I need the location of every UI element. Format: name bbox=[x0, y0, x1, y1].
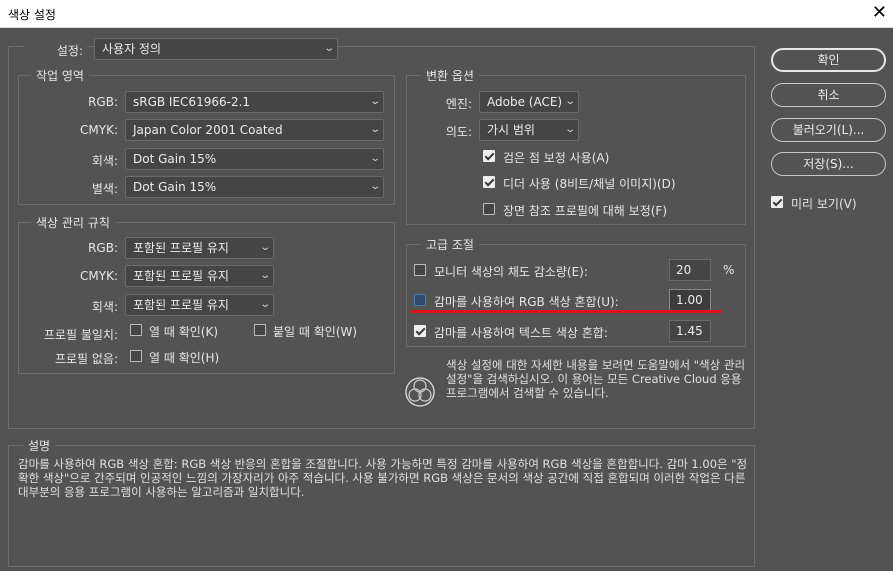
window-title: 색상 설정 bbox=[8, 8, 56, 22]
chevron-down-icon: ⌄ bbox=[563, 96, 576, 107]
blend-rgb-label: 감마를 사용하여 RGB 색상 혼합(U): bbox=[434, 295, 619, 309]
policy-rgb-label: RGB: bbox=[88, 241, 118, 255]
close-icon[interactable]: ✕ bbox=[872, 2, 887, 23]
ws-spot-label: 별색: bbox=[91, 182, 118, 196]
ws-spot-value: Dot Gain 15% bbox=[133, 180, 217, 194]
chevron-down-icon: ⌄ bbox=[368, 181, 381, 192]
settings-select[interactable]: 사용자 정의 ⌄ bbox=[94, 38, 338, 60]
bpc-checkbox[interactable] bbox=[483, 150, 495, 162]
desaturate-checkbox[interactable] bbox=[414, 264, 426, 276]
description-title: 설명 bbox=[23, 437, 56, 454]
blend-text-label: 감마를 사용하여 텍스트 색상 혼합: bbox=[434, 326, 608, 340]
missing-label: 프로필 없음: bbox=[54, 352, 118, 366]
color-wheel-icon bbox=[405, 377, 435, 407]
preview-label: 미리 보기(V) bbox=[791, 197, 857, 211]
ws-gray-value: Dot Gain 15% bbox=[133, 152, 217, 166]
ws-gray-label: 회색: bbox=[91, 154, 118, 168]
policy-gray-value: 포함된 프로필 유지 bbox=[133, 298, 229, 312]
policy-rgb-select[interactable]: 포함된 프로필 유지 ⌄ bbox=[125, 237, 274, 259]
mismatch-label: 프로필 불일치: bbox=[43, 328, 118, 342]
policy-gray-select[interactable]: 포함된 프로필 유지 ⌄ bbox=[125, 294, 274, 316]
cancel-button[interactable]: 취소 bbox=[771, 83, 886, 107]
conversion-title: 변환 옵션 bbox=[421, 67, 479, 84]
engine-value: Adobe (ACE) bbox=[487, 95, 563, 109]
blend-text-checkbox[interactable] bbox=[414, 325, 426, 337]
chevron-down-icon: ⌄ bbox=[258, 242, 271, 253]
mismatch-open-label: 열 때 확인(K) bbox=[149, 325, 219, 339]
intent-label: 의도: bbox=[445, 125, 472, 139]
ws-cmyk-select[interactable]: Japan Color 2001 Coated ⌄ bbox=[125, 119, 384, 141]
chevron-down-icon: ⌄ bbox=[258, 299, 271, 310]
missing-open-label: 열 때 확인(H) bbox=[149, 351, 220, 365]
chevron-down-icon: ⌄ bbox=[258, 270, 271, 281]
policy-cmyk-select[interactable]: 포함된 프로필 유지 ⌄ bbox=[125, 265, 274, 287]
policies-title: 색상 관리 규칙 bbox=[31, 214, 115, 231]
blend-rgb-input[interactable]: 1.00 bbox=[669, 289, 711, 311]
blend-rgb-checkbox[interactable] bbox=[414, 294, 426, 306]
chevron-down-icon: ⌄ bbox=[368, 96, 381, 107]
intent-value: 가시 범위 bbox=[487, 123, 535, 137]
ws-gray-select[interactable]: Dot Gain 15% ⌄ bbox=[125, 148, 384, 170]
mismatch-paste-label: 붙일 때 확인(W) bbox=[273, 325, 358, 339]
scene-label: 장면 참조 프로필에 대해 보정(F) bbox=[503, 204, 668, 218]
advanced-title: 고급 조절 bbox=[421, 236, 479, 253]
working-spaces-title: 작업 영역 bbox=[31, 67, 89, 84]
desaturate-label: 모니터 색상의 채도 감소량(E): bbox=[434, 265, 588, 279]
engine-select[interactable]: Adobe (ACE) ⌄ bbox=[479, 91, 579, 113]
preview-checkbox[interactable] bbox=[771, 196, 783, 208]
desaturate-input[interactable]: 20 bbox=[669, 259, 711, 281]
ws-rgb-select[interactable]: sRGB IEC61966-2.1 ⌄ bbox=[125, 91, 384, 113]
chevron-down-icon: ⌄ bbox=[368, 124, 381, 135]
blend-text-input[interactable]: 1.45 bbox=[669, 320, 711, 342]
chevron-down-icon: ⌄ bbox=[368, 153, 381, 164]
highlight-underline bbox=[411, 310, 722, 313]
save-button[interactable]: 저장(S)... bbox=[771, 152, 886, 176]
dither-checkbox[interactable] bbox=[483, 176, 495, 188]
settings-value: 사용자 정의 bbox=[102, 42, 162, 56]
ws-cmyk-value: Japan Color 2001 Coated bbox=[133, 123, 283, 137]
ws-cmyk-label: CMYK: bbox=[80, 123, 118, 137]
mismatch-open-checkbox[interactable] bbox=[130, 324, 142, 336]
mismatch-paste-checkbox[interactable] bbox=[254, 324, 266, 336]
engine-label: 엔진: bbox=[445, 97, 472, 111]
ws-rgb-value: sRGB IEC61966-2.1 bbox=[133, 95, 251, 109]
ws-spot-select[interactable]: Dot Gain 15% ⌄ bbox=[125, 176, 384, 198]
description-text: 감마를 사용하여 RGB 색상 혼합: RGB 색상 반응의 혼합을 조절합니다… bbox=[18, 457, 748, 499]
chevron-down-icon: ⌄ bbox=[563, 124, 576, 135]
scene-checkbox[interactable] bbox=[483, 203, 495, 215]
bpc-label: 검은 점 보정 사용(A) bbox=[503, 151, 610, 165]
policy-gray-label: 회색: bbox=[91, 300, 118, 314]
desaturate-unit: % bbox=[723, 263, 735, 277]
ws-rgb-label: RGB: bbox=[88, 95, 118, 109]
ok-button[interactable]: 확인 bbox=[771, 48, 886, 72]
chevron-down-icon: ⌄ bbox=[322, 43, 335, 54]
policy-cmyk-value: 포함된 프로필 유지 bbox=[133, 269, 229, 283]
intent-select[interactable]: 가시 범위 ⌄ bbox=[479, 119, 579, 141]
load-button[interactable]: 불러오기(L)... bbox=[771, 118, 886, 142]
info-text: 색상 설정에 대한 자세한 내용을 보려면 도움말에서 "색상 관리 설정"을 … bbox=[446, 358, 746, 400]
dither-label: 디더 사용 (8비트/채널 이미지)(D) bbox=[503, 177, 676, 191]
missing-open-checkbox[interactable] bbox=[130, 350, 142, 362]
policy-cmyk-label: CMYK: bbox=[80, 269, 118, 283]
title-bar: 색상 설정 ✕ bbox=[0, 0, 893, 28]
settings-label: 설정: bbox=[24, 42, 87, 59]
policy-rgb-value: 포함된 프로필 유지 bbox=[133, 241, 229, 255]
